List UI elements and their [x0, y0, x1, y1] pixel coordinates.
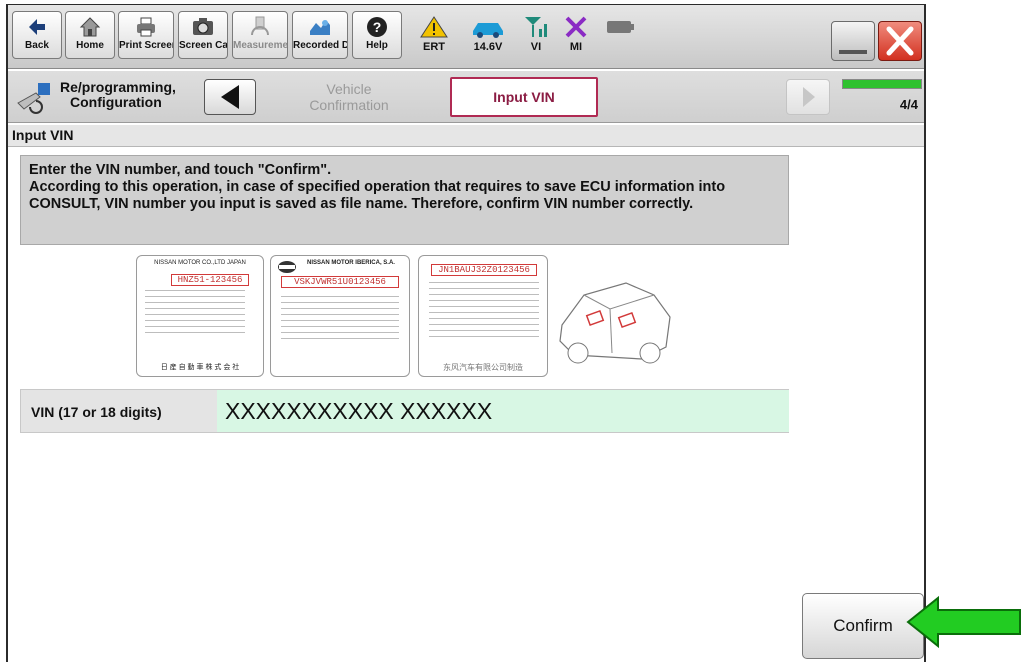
vin-input[interactable]: [217, 390, 789, 432]
close-icon: [886, 26, 914, 56]
printer-icon: [137, 17, 155, 37]
measurement-mode-button[interactable]: Measurement Mode: [232, 11, 288, 59]
vin-plate-china: JN1BAUJ32Z0123456 东风汽车有限公司制造: [418, 255, 548, 377]
car-battery-icon: [473, 23, 503, 38]
help-icon: ?: [367, 17, 387, 37]
home-icon: [79, 17, 101, 37]
recorded-data-button[interactable]: Recorded Data: [292, 11, 348, 59]
previous-step-button[interactable]: [204, 79, 256, 115]
vin-plate-spain: NISSAN MOTOR IBERICA, S.A. VSKJVWR51U012…: [270, 255, 410, 377]
arrow-icon: [906, 595, 1021, 649]
back-arrow-icon: [29, 19, 45, 35]
consult-app: Back Home Print Screen Screen Capture Me…: [0, 0, 1023, 662]
progress-fill: [843, 80, 921, 88]
toolbar: Back Home Print Screen Screen Capture Me…: [8, 5, 924, 69]
vin-entry-row: VIN (17 or 18 digits): [20, 389, 789, 433]
minimize-button[interactable]: [831, 21, 875, 61]
breadcrumb: Re/programming, Configuration Vehicle Co…: [8, 71, 924, 123]
x-mark-icon: [565, 16, 587, 38]
battery-icon: [607, 21, 634, 33]
reprogramming-icon: [17, 83, 50, 114]
minimize-icon: [839, 50, 867, 54]
step-counter: 4/4: [899, 97, 918, 112]
breadcrumb-title: Re/programming, Configuration: [16, 77, 206, 119]
print-screen-button[interactable]: Print Screen: [118, 11, 174, 59]
nissan-logo-icon: [278, 261, 296, 273]
close-button[interactable]: [878, 21, 922, 61]
app-window: Back Home Print Screen Screen Capture Me…: [6, 4, 926, 662]
svg-text:?: ?: [373, 19, 382, 35]
voltage-status: 14.6V: [464, 11, 512, 59]
vehicle-icon: [559, 282, 671, 364]
signal-icon: [525, 17, 547, 37]
step-vehicle-confirmation[interactable]: Vehicle Confirmation: [264, 77, 434, 117]
camera-icon: [193, 18, 213, 35]
vi-status: VI: [516, 11, 556, 59]
step-progress-bar: [842, 79, 922, 89]
vin-plate-japan: NISSAN MOTOR CO.,LTD JAPAN HNZ51-123456 …: [136, 255, 264, 377]
ert-status[interactable]: ERT: [414, 11, 454, 59]
vin-label: VIN (17 or 18 digits): [31, 404, 162, 420]
step-input-vin: Input VIN: [450, 77, 598, 117]
section-header: Input VIN: [8, 125, 924, 147]
triangle-left-icon: [221, 85, 239, 109]
screen-capture-button[interactable]: Screen Capture: [178, 11, 228, 59]
mi-status: MI: [556, 11, 596, 59]
recorded-data-icon: [310, 20, 330, 35]
help-button[interactable]: ? Help: [352, 11, 402, 59]
warning-icon: [420, 16, 448, 38]
instruction-box: Enter the VIN number, and touch "Confirm…: [20, 155, 789, 245]
home-button[interactable]: Home: [65, 11, 115, 59]
next-step-button: [786, 79, 830, 115]
triangle-right-icon: [803, 87, 815, 107]
gauge-icon: [251, 16, 269, 36]
vin-plate-illustration: NISSAN MOTOR CO.,LTD JAPAN HNZ51-123456 …: [136, 255, 676, 379]
back-button[interactable]: Back: [12, 11, 62, 59]
battery-status: [600, 11, 640, 59]
